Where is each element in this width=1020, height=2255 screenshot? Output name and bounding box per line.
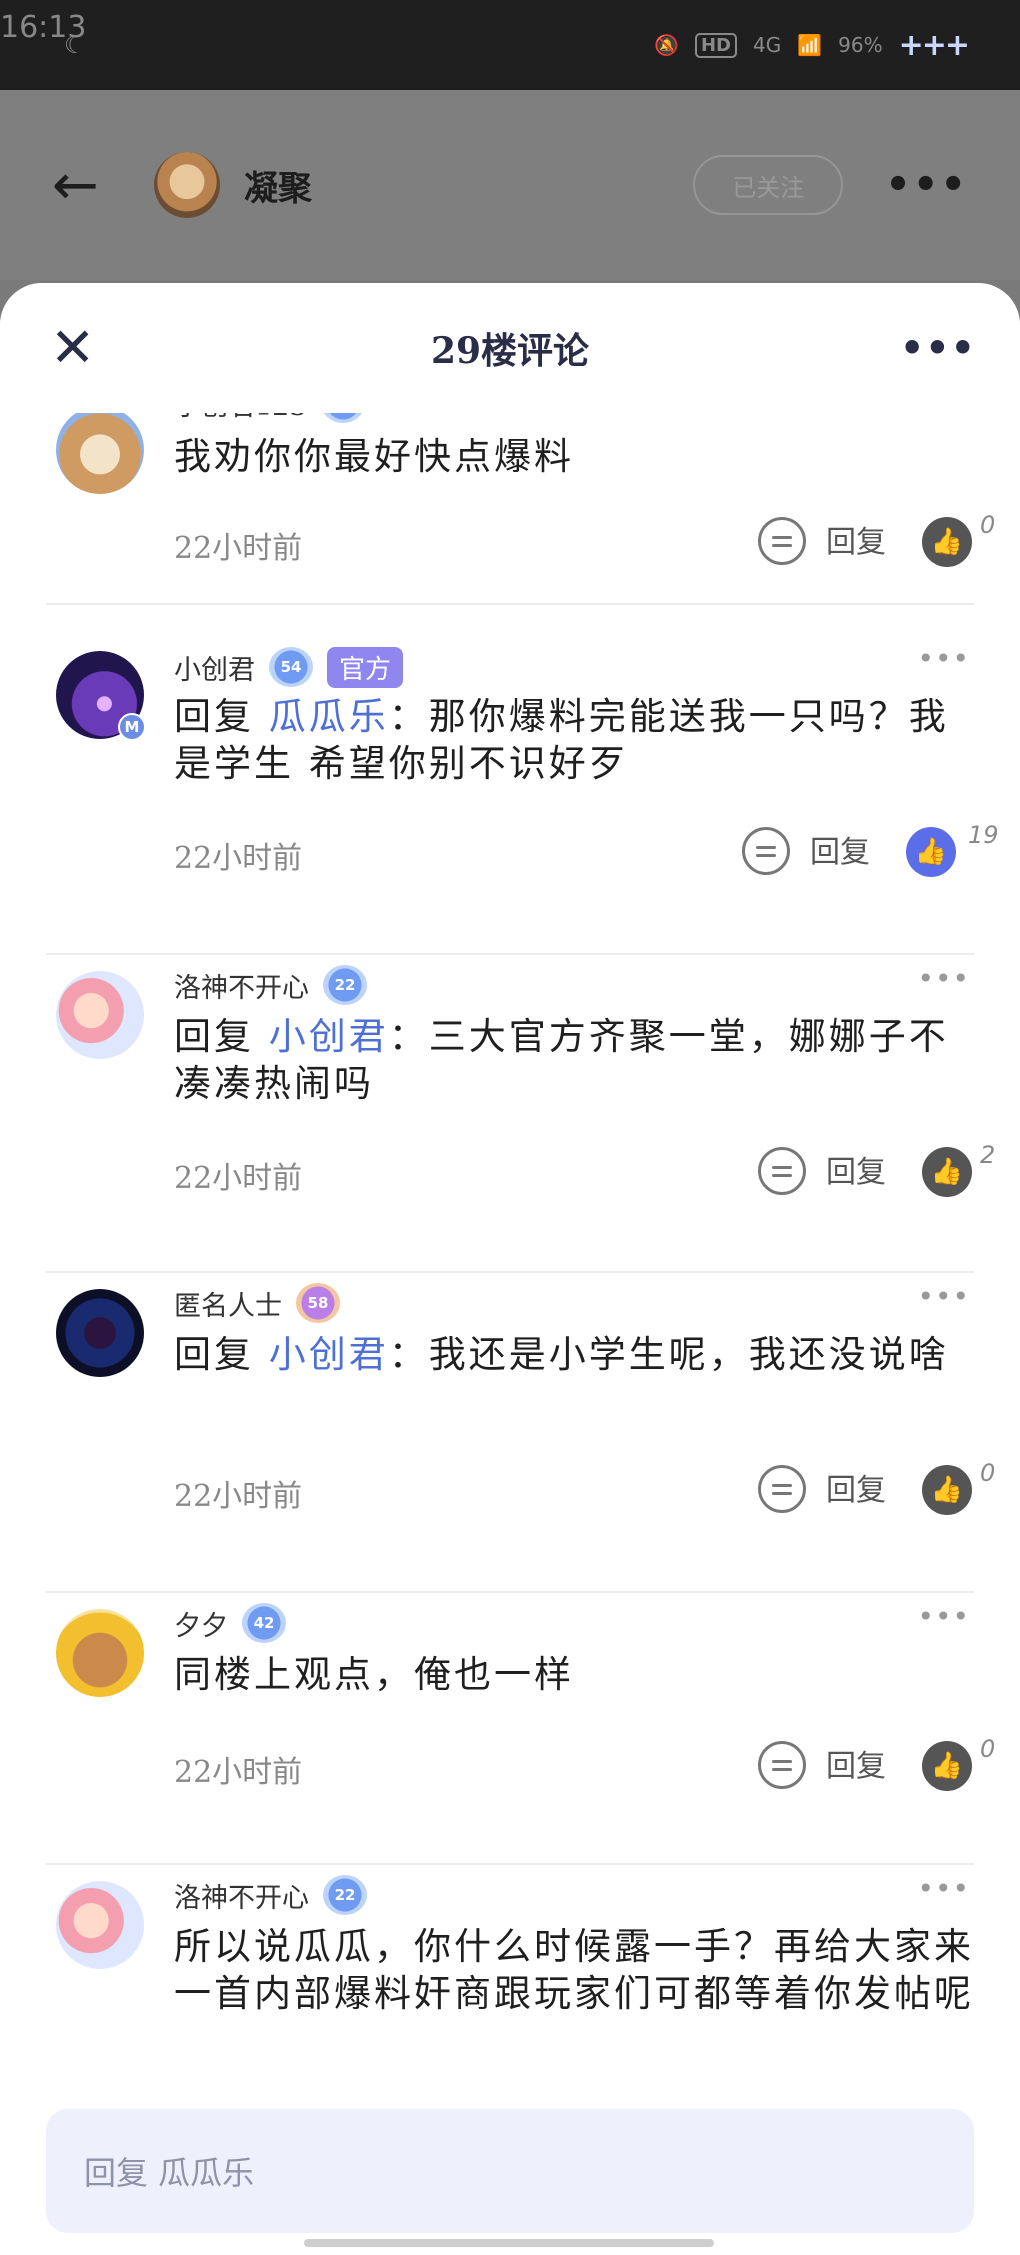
reply-icon[interactable]: [758, 1741, 806, 1789]
comment-time: 22小时前: [174, 531, 303, 566]
reply-icon[interactable]: [758, 517, 806, 565]
reply-icon[interactable]: [742, 827, 790, 875]
username[interactable]: 洛神不开心: [174, 1876, 309, 1915]
level-badge: 54: [269, 647, 313, 687]
status-time: 16:13: [0, 10, 87, 45]
user-line: 小创君 54 官方: [174, 646, 404, 688]
comment-more-icon[interactable]: •••: [917, 1603, 970, 1631]
avatar[interactable]: [56, 1289, 144, 1377]
author-avatar[interactable]: [154, 152, 220, 218]
user-line: 洛神不开心 22: [174, 965, 367, 1005]
like-count: 0: [980, 1459, 996, 1487]
comment-text: 回复 小创君：三大官方齐聚一堂，娜娜子不凑凑热闹吗: [174, 1015, 949, 1105]
like-icon[interactable]: 👍: [922, 1147, 972, 1197]
username[interactable]: 小创君: [174, 648, 255, 687]
like-count: 19: [968, 821, 999, 849]
sheet-more-icon[interactable]: •••: [900, 326, 975, 370]
comment-list[interactable]: 小创君123 30 我劝你你最好快点爆料 22小时前 回复 👍 0 M 小创君 …: [0, 413, 1020, 2073]
comment-meta: 22小时前 回复 👍 0: [174, 1459, 995, 1521]
like-icon[interactable]: 👍: [922, 1741, 972, 1791]
reply-button[interactable]: 回复: [810, 827, 870, 871]
comment-meta: 22小时前 回复 👍 0: [174, 1735, 995, 1797]
verified-badge-icon: M: [118, 713, 146, 741]
username[interactable]: 匿名人士: [174, 1284, 282, 1323]
reply-button[interactable]: 回复: [826, 517, 886, 561]
comment-meta: 22小时前 回复 👍 19: [174, 821, 999, 883]
reply-button[interactable]: 回复: [826, 1147, 886, 1191]
comment-time: 22小时前: [174, 1479, 303, 1514]
comment-more-icon[interactable]: •••: [917, 1283, 970, 1311]
more-icon[interactable]: •••: [885, 162, 968, 208]
hd-icon: HD: [694, 32, 737, 58]
level-badge: 30: [320, 413, 365, 423]
comment-time: 22小时前: [174, 841, 303, 876]
avatar[interactable]: [56, 971, 144, 1059]
divider: [46, 603, 974, 605]
level-badge: 22: [323, 965, 367, 1005]
comment-more-icon[interactable]: •••: [917, 965, 970, 993]
reply-button[interactable]: 回复: [826, 1741, 886, 1785]
reply-icon[interactable]: [758, 1465, 806, 1513]
reply-icon[interactable]: [758, 1147, 806, 1195]
wifi-icon: 📶: [797, 33, 823, 57]
battery-icon: +++: [898, 27, 970, 63]
comment-item: 夕夕 42 ••• 同楼上观点，俺也一样 22小时前 回复 👍 0: [46, 1593, 995, 1865]
comment-text: 所以说瓜瓜，你什么时候露一手？再给大家来一首内部爆料奸商跟玩家们可都等着你发帖呢: [174, 1925, 974, 2015]
sheet-title: 29楼评论: [430, 330, 590, 372]
signal-label: 4G: [752, 33, 782, 57]
close-icon[interactable]: ✕: [50, 321, 120, 375]
user-line: 洛神不开心 22: [174, 1875, 367, 1915]
back-arrow-icon[interactable]: ←: [52, 153, 122, 218]
level-badge: 58: [296, 1283, 340, 1323]
author-name[interactable]: 凝聚: [244, 161, 312, 210]
comment-text: 同楼上观点，俺也一样: [174, 1653, 574, 1696]
comment-item: 洛神不开心 22 ••• 回复 小创君：三大官方齐聚一堂，娜娜子不凑凑热闹吗 2…: [46, 955, 995, 1273]
level-badge: 42: [242, 1603, 286, 1643]
mention-link[interactable]: 瓜瓜乐: [269, 695, 389, 738]
like-count: 0: [980, 1735, 996, 1763]
like-icon[interactable]: 👍: [906, 827, 956, 877]
comment-more-icon[interactable]: •••: [917, 1875, 970, 1903]
level-badge: 22: [323, 1875, 367, 1915]
user-line: 小创君123 30: [174, 413, 365, 423]
mention-link[interactable]: 小创君: [269, 1015, 389, 1058]
reply-input[interactable]: 回复 瓜瓜乐: [46, 2109, 974, 2233]
comment-time: 22小时前: [174, 1755, 303, 1790]
like-icon[interactable]: 👍: [922, 1465, 972, 1515]
comment-time: 22小时前: [174, 1161, 303, 1196]
avatar[interactable]: [56, 1609, 144, 1697]
user-line: 夕夕 42: [174, 1603, 286, 1643]
like-count: 0: [980, 511, 996, 539]
reply-button[interactable]: 回复: [826, 1465, 886, 1509]
avatar[interactable]: [56, 413, 144, 494]
comment-item: 匿名人士 58 ••• 回复 小创君：我还是小学生呢，我还没说啥 22小时前 回…: [46, 1273, 995, 1593]
like-count: 2: [980, 1141, 996, 1169]
comment-text: 回复 瓜瓜乐：那你爆料完能送我一只吗？我是学生 希望你别不识好歹: [174, 695, 949, 785]
post-header: ← 凝聚 已关注 •••: [0, 90, 1020, 280]
avatar[interactable]: [56, 1881, 144, 1969]
official-badge: 官方: [327, 646, 404, 688]
comment-text: 我劝你你最好快点爆料: [174, 435, 574, 478]
username[interactable]: 小创君123: [174, 413, 307, 423]
mute-icon: 🔕: [654, 33, 679, 57]
username[interactable]: 夕夕: [174, 1604, 228, 1643]
comment-item: 小创君123 30 我劝你你最好快点爆料 22小时前 回复 👍 0: [46, 413, 995, 605]
comments-sheet: ✕ 29楼评论 ••• 小创君123 30 我劝你你最好快点爆料 22小时前 回…: [0, 283, 1020, 2255]
battery-label: 96%: [838, 33, 883, 57]
reply-input-placeholder: 回复 瓜瓜乐: [84, 2154, 255, 2192]
follow-button[interactable]: 已关注: [693, 155, 844, 215]
home-indicator: [304, 2239, 714, 2247]
like-icon[interactable]: 👍: [922, 517, 972, 567]
mention-link[interactable]: 小创君: [269, 1333, 389, 1376]
username[interactable]: 洛神不开心: [174, 966, 309, 1005]
comment-more-icon[interactable]: •••: [917, 645, 970, 673]
status-bar: 16:13 ☾ 🔕 HD 4G 📶 96% +++: [0, 0, 1020, 90]
sheet-header: ✕ 29楼评论 •••: [0, 283, 1020, 413]
comment-meta: 22小时前 回复 👍 0: [174, 511, 995, 573]
comment-item: 洛神不开心 22 ••• 所以说瓜瓜，你什么时候露一手？再给大家来一首内部爆料奸…: [46, 1865, 974, 2073]
user-line: 匿名人士 58: [174, 1283, 340, 1323]
comment-item: M 小创君 54 官方 ••• 回复 瓜瓜乐：那你爆料完能送我一只吗？我是学生 …: [46, 635, 999, 955]
comment-text: 回复 小创君：我还是小学生呢，我还没说啥: [174, 1333, 949, 1376]
comment-meta: 22小时前 回复 👍 2: [174, 1141, 995, 1203]
